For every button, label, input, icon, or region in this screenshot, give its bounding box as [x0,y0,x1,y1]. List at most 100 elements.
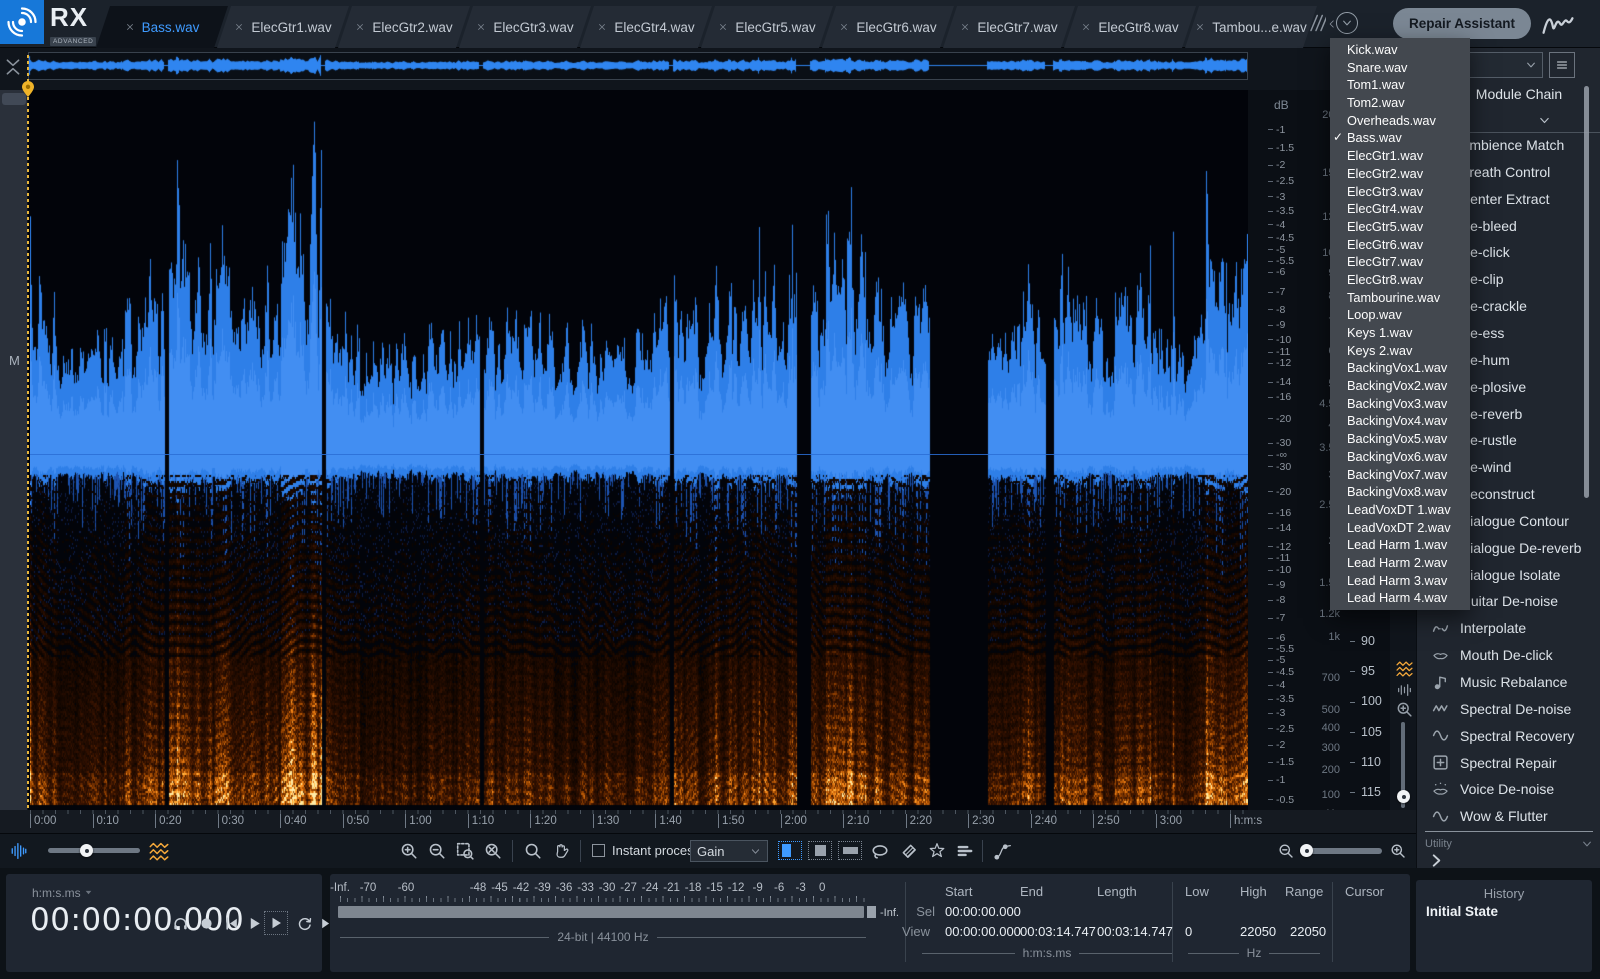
view-start-value[interactable]: 00:00:00.000 [945,924,1021,939]
sel-start-value[interactable]: 00:00:00.000 [945,904,1021,919]
loop-playback-button[interactable] [296,915,313,932]
menu-item-elecgtr3-wav[interactable]: ElecGtr3.wav [1330,183,1470,201]
horizontal-zoom-in-icon[interactable] [1390,843,1406,859]
file-tab-elecgtr2-wav[interactable]: ElecGtr2.wav [338,6,470,48]
collapse-overview-icon[interactable] [4,54,22,80]
spectrogram-canvas[interactable] [30,90,1248,810]
menu-item-backingvox4-wav[interactable]: BackingVox4.wav [1330,412,1470,430]
file-tab-elecgtr5-wav[interactable]: ElecGtr5.wav [701,6,833,48]
time-format-selector[interactable]: h:m:s.ms [32,886,93,900]
horizontal-zoom-slider-thumb[interactable] [1300,844,1313,857]
history-item[interactable]: Initial State [1426,904,1498,919]
menu-item-lead-harm-2-wav[interactable]: Lead Harm 2.wav [1330,554,1470,572]
brush-selection-tool[interactable] [900,842,918,860]
file-tab-elecgtr4-wav[interactable]: ElecGtr4.wav [580,6,712,48]
find-similar-tool[interactable] [956,842,974,860]
view-low-value[interactable]: 0 [1185,924,1192,939]
frequency-selection-tool[interactable] [838,841,862,860]
close-tab-icon[interactable] [1195,22,1205,32]
horizontal-zoom-out-icon[interactable] [1278,843,1294,859]
monitor-headphones-button[interactable] [172,915,189,932]
spectrogram-view-toggle-icon[interactable] [1396,660,1413,677]
record-button[interactable] [198,915,215,932]
view-high-value[interactable]: 22050 [1240,924,1276,939]
play-selection-button[interactable] [264,911,288,935]
close-tab-icon[interactable] [960,22,970,32]
menu-item-keys-2-wav[interactable]: Keys 2.wav [1330,342,1470,360]
lasso-selection-tool[interactable] [868,842,892,860]
file-tab-elecgtr3-wav[interactable]: ElecGtr3.wav [459,6,591,48]
menu-item-lead-harm-1-wav[interactable]: Lead Harm 1.wav [1330,536,1470,554]
menu-item-elecgtr1-wav[interactable]: ElecGtr1.wav [1330,147,1470,165]
file-tab-bass-wav[interactable]: Bass.wav [96,6,228,48]
menu-item-elecgtr7-wav[interactable]: ElecGtr7.wav [1330,253,1470,271]
menu-item-elecgtr5-wav[interactable]: ElecGtr5.wav [1330,218,1470,236]
module-item-music-rebalance[interactable]: Music Rebalance [1417,669,1600,696]
close-tab-icon[interactable] [597,22,607,32]
panel-menu-button[interactable] [1549,52,1575,78]
zoom-reset-button[interactable] [484,842,502,860]
display-blend-slider[interactable] [48,848,140,853]
play-button[interactable] [246,915,263,932]
menu-item-tambourine-wav[interactable]: Tambourine.wav [1330,289,1470,307]
module-item-voice-de-noise[interactable]: Voice De-noise [1417,776,1600,803]
spectrogram-display-icon[interactable] [148,841,170,861]
view-end-value[interactable]: 00:03:14.747 [1020,924,1096,939]
menu-item-lead-harm-4-wav[interactable]: Lead Harm 4.wav [1330,589,1470,607]
time-frequency-selection-tool[interactable] [808,841,832,860]
view-range-value[interactable]: 22050 [1290,924,1326,939]
file-tab-elecgtr8-wav[interactable]: ElecGtr8.wav [1064,6,1196,48]
file-tab-elecgtr1-wav[interactable]: ElecGtr1.wav [217,6,349,48]
menu-item-leadvoxdt-1-wav[interactable]: LeadVoxDT 1.wav [1330,501,1470,519]
module-item-mouth-de-click[interactable]: Mouth De-click [1417,642,1600,669]
utility-section-header[interactable]: Utility [1425,838,1593,850]
signal-chain-tool[interactable] [994,842,1012,860]
menu-item-snare-wav[interactable]: Snare.wav [1330,59,1470,77]
display-blend-slider-thumb[interactable] [80,844,93,857]
zoom-selection-button[interactable] [456,842,474,860]
skip-to-start-button[interactable] [223,915,240,932]
waveform-overview-strip[interactable] [28,52,1248,80]
file-tab-elecgtr6-wav[interactable]: ElecGtr6.wav [822,6,954,48]
menu-item-bass-wav[interactable]: ✓ Bass.wav [1330,129,1470,147]
menu-item-elecgtr2-wav[interactable]: ElecGtr2.wav [1330,165,1470,183]
menu-item-leadvoxdt-2-wav[interactable]: LeadVoxDT 2.wav [1330,519,1470,537]
channel-strip[interactable] [0,90,28,810]
tab-list-dropdown-button[interactable] [1336,12,1358,34]
menu-item-elecgtr8-wav[interactable]: ElecGtr8.wav [1330,271,1470,289]
vertical-zoom-slider-thumb[interactable] [1397,790,1410,803]
menu-item-lead-harm-3-wav[interactable]: Lead Harm 3.wav [1330,572,1470,590]
view-length-value[interactable]: 00:03:14.747 [1097,924,1173,939]
panel-expand-icon[interactable] [1429,853,1444,868]
file-tab-tambou-e-wav[interactable]: Tambou...e.wav [1185,6,1317,48]
menu-item-backingvox7-wav[interactable]: BackingVox7.wav [1330,466,1470,484]
menu-item-backingvox5-wav[interactable]: BackingVox5.wav [1330,430,1470,448]
module-item-wow-flutter[interactable]: Wow & Flutter [1417,803,1600,830]
menu-item-backingvox6-wav[interactable]: BackingVox6.wav [1330,448,1470,466]
menu-item-elecgtr6-wav[interactable]: ElecGtr6.wav [1330,236,1470,254]
module-item-interpolate[interactable]: Interpolate [1417,615,1600,642]
hand-tool-button[interactable] [552,842,570,860]
menu-item-overheads-wav[interactable]: Overheads.wav [1330,112,1470,130]
close-tab-icon[interactable] [125,22,135,32]
repair-assistant-button[interactable]: Repair Assistant [1393,8,1531,39]
menu-item-elecgtr4-wav[interactable]: ElecGtr4.wav [1330,200,1470,218]
more-tabs-icon[interactable] [1306,12,1326,34]
playhead-pin-icon[interactable] [20,80,36,98]
menu-item-tom1-wav[interactable]: Tom1.wav [1330,76,1470,94]
file-tab-elecgtr7-wav[interactable]: ElecGtr7.wav [943,6,1075,48]
close-tab-icon[interactable] [234,22,244,32]
module-list-scrollbar[interactable] [1584,86,1589,498]
time-ruler[interactable]: 0:00 0:10 0:20 0:30 0:40 0:50 1:00 1:10 1:20 1:30… [0,810,1600,834]
module-item-spectral-repair[interactable]: Spectral Repair [1417,749,1600,776]
time-selection-tool[interactable] [778,841,802,860]
menu-item-kick-wav[interactable]: Kick.wav [1330,41,1470,59]
menu-item-backingvox3-wav[interactable]: BackingVox3.wav [1330,395,1470,413]
close-tab-icon[interactable] [355,22,365,32]
menu-item-keys-1-wav[interactable]: Keys 1.wav [1330,324,1470,342]
waveform-display-icon[interactable] [10,842,28,860]
zoom-in-button[interactable] [400,842,418,860]
magic-wand-tool[interactable] [928,842,946,860]
vertical-zoom-in-icon[interactable] [1396,701,1413,718]
close-tab-icon[interactable] [718,22,728,32]
